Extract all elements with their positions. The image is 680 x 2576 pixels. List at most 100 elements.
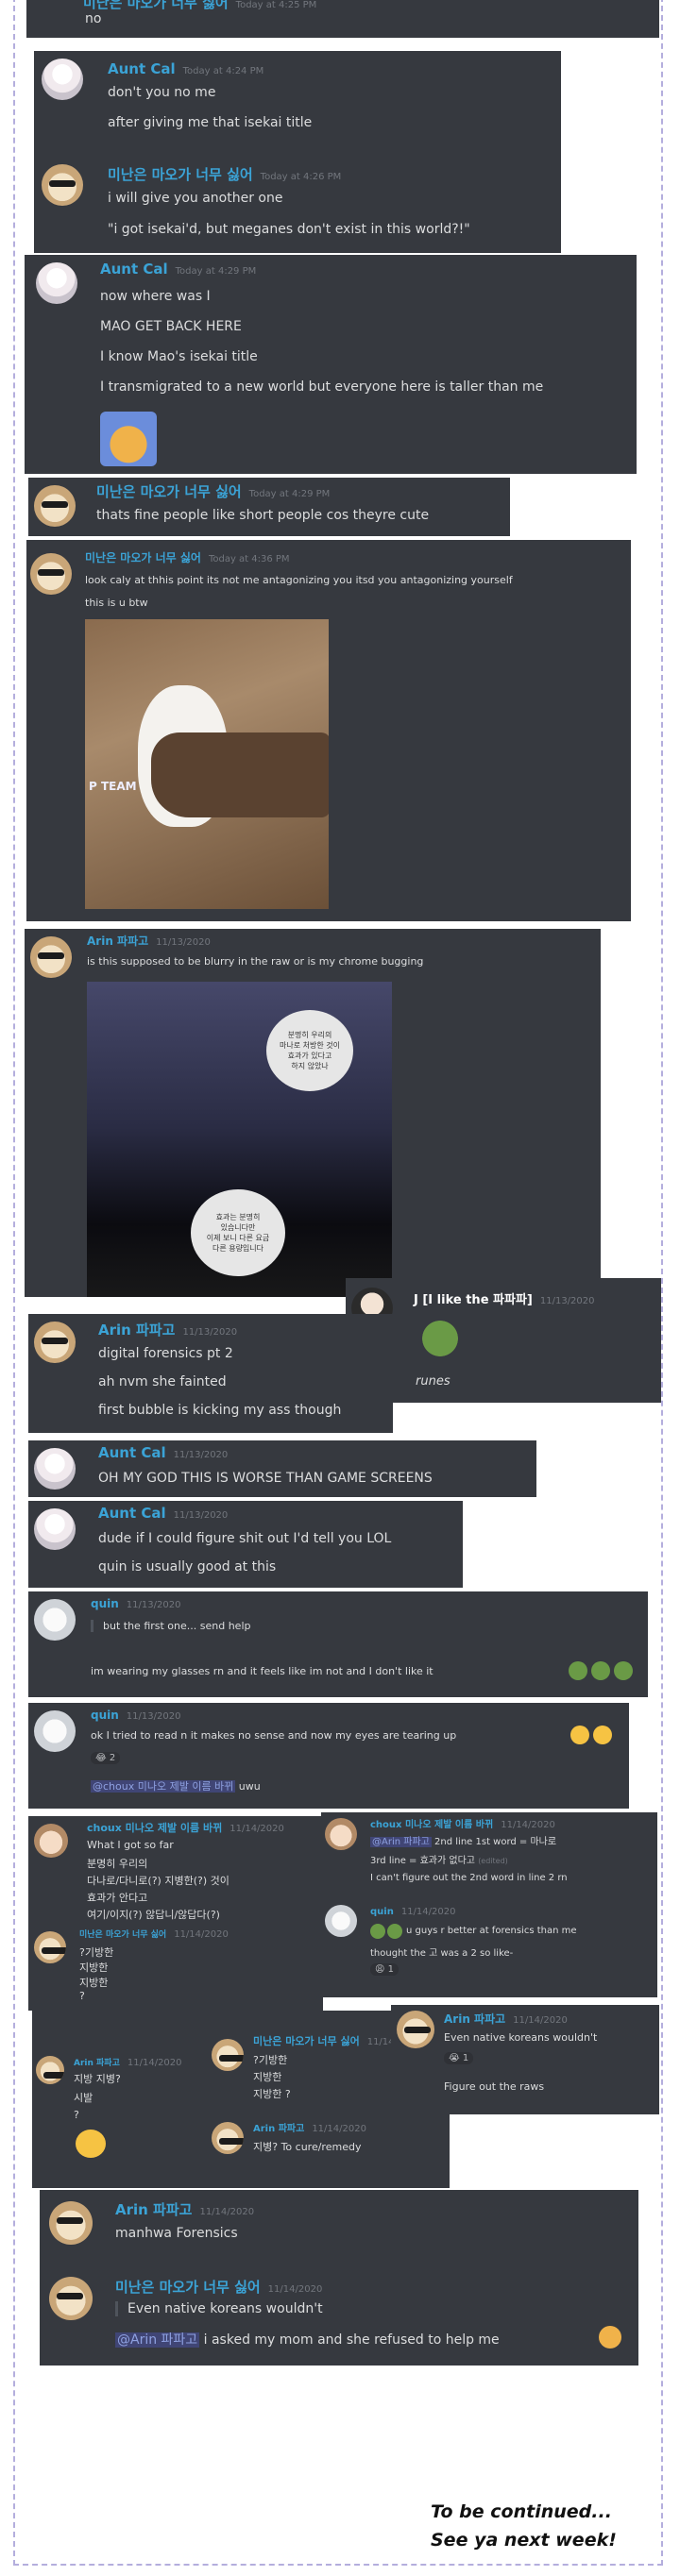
- laughing-crying-emoji: [570, 1726, 589, 1744]
- avatar: [34, 485, 76, 527]
- message-card-figure-out: Aunt Cal 11/13/2020 dude if I could figur…: [28, 1501, 463, 1588]
- message-card-manhwa-forensics: Arin 파파고 11/14/2020 manhwa Forensics 미난은 …: [40, 2190, 638, 2366]
- message-text: thats fine people like short people cos …: [96, 508, 430, 523]
- username: 미난은 마오가 너무 싫어11/14/2020: [115, 2279, 323, 2296]
- message-text: 다나로/다니로(?) 지병한(?) 것이: [87, 1875, 230, 1887]
- reaction-badge[interactable]: 😂 2: [91, 1752, 121, 1764]
- username: Arin 파파고 11/14/2020: [115, 2201, 255, 2218]
- message-text: 지방한 ?: [253, 2088, 291, 2100]
- message-text: ah nvm she fainted: [98, 1374, 227, 1389]
- image-caption-text: P TEAM: [89, 780, 137, 793]
- see-you-next-week-text: See ya next week!: [431, 2530, 617, 2551]
- avatar: [36, 262, 77, 304]
- avatar: [34, 1508, 76, 1550]
- avatar: [34, 1824, 68, 1858]
- username: quin 11/14/2020: [370, 1907, 456, 1917]
- speech-bubble: 효과는 분명히 있습니다만 이제 보니 다른 요금 다른 용량입니다: [191, 1189, 285, 1276]
- username: 미난은 마오가 너무 싫어 Today at 4:36 PM: [85, 551, 290, 564]
- pepe-emoji: [387, 1924, 402, 1939]
- message-text: ?: [79, 1990, 85, 2002]
- crying-emoji: [599, 2326, 621, 2349]
- message-text: 지방한: [253, 2071, 282, 2083]
- avatar: [34, 1448, 76, 1490]
- username: Arin 파파고 11/14/2020: [74, 2058, 182, 2068]
- message-card-blurry-raw: Arin 파파고 11/13/2020 is this supposed to b…: [25, 929, 601, 1297]
- reaction-badge[interactable]: 😩 1: [370, 1963, 399, 1976]
- message-text: @Arin 파파고 2nd line 1st word = 마나로: [370, 1837, 557, 1847]
- message-text: MAO GET BACK HERE: [100, 319, 242, 334]
- message-card-j-runes: J [I like the 파파파] 11/13/2020 runes: [346, 1278, 661, 1403]
- username: Aunt Cal 11/13/2020: [98, 1505, 229, 1522]
- message-text: 지병? To cure/remedy: [253, 2141, 362, 2153]
- message-text: this is u btw: [85, 597, 148, 609]
- manhwa-raw-image: 분명히 우리의 마나로 처방한 것이 효과가 있다고 하지 않았나 효과는 분명…: [87, 982, 392, 1297]
- username: quin 11/13/2020: [91, 1597, 181, 1610]
- message-text: i will give you another one: [108, 191, 283, 206]
- user-mention[interactable]: @Arin 파파고: [115, 2332, 200, 2348]
- pepe-cry-emoji: [569, 1661, 587, 1680]
- message-text: after giving me that isekai title: [108, 115, 313, 130]
- pepe-cry-emoji: [614, 1661, 633, 1680]
- username: 미난은 마오가 너무 싫어 Today at 4:26 PM: [108, 166, 342, 183]
- message-text: ?: [74, 2109, 79, 2121]
- message-text: first bubble is kicking my ass though: [98, 1403, 342, 1418]
- username: J [I like the 파파파] 11/13/2020: [414, 1293, 595, 1307]
- avatar: [397, 2011, 434, 2048]
- message-text: Figure out the raws: [444, 2080, 545, 2093]
- username: 미난은 마오가 너무 싫어 Today at 4:29 PM: [96, 483, 331, 500]
- username: Arin 파파고 11/13/2020: [87, 934, 211, 948]
- laughing-crying-emoji: [593, 1726, 612, 1744]
- message-text: no: [85, 11, 102, 26]
- avatar: [42, 59, 83, 100]
- message-text: 3rd line = 효과가 없다고 (edited): [370, 1856, 508, 1866]
- avatar: [49, 2201, 93, 2245]
- quoted-text: but the first one... send help: [91, 1620, 251, 1632]
- avatar: [30, 936, 72, 978]
- avatar: [42, 164, 83, 206]
- message-text: quin is usually good at this: [98, 1559, 277, 1574]
- emoji-sticker: [100, 412, 157, 466]
- message-text: im wearing my glasses rn and it feels li…: [91, 1665, 434, 1677]
- message-text: 분명히 우리의: [87, 1858, 148, 1870]
- username: choux 미나오 제발 이름 바뀌 11/14/2020: [370, 1820, 555, 1830]
- avatar: [30, 553, 72, 595]
- message-text: @Arin 파파고 i asked my mom and she refused…: [115, 2332, 500, 2348]
- message-text: manhwa Forensics: [115, 2226, 238, 2241]
- user-mention[interactable]: @choux 미나오 제발 이름 바뀌: [91, 1780, 236, 1793]
- username: choux 미나오 제발 이름 바뀌 11/14/2020: [87, 1822, 284, 1834]
- message-card-quin-tearing: quin 11/13/2020 ok I tried to read n it m…: [28, 1703, 629, 1809]
- message-text: now where was I: [100, 289, 211, 304]
- message-card-forensics-pt2: Arin 파파고 11/13/2020 digital forensics pt …: [28, 1314, 393, 1433]
- message-card-choux-got-so-far: choux 미나오 제발 이름 바뀌 11/14/2020 What I got …: [28, 1816, 323, 2011]
- message-card-aunt-cal-1: Aunt Cal Today at 4:24 PM don't you no me…: [34, 51, 561, 253]
- message-text: OH MY GOD THIS IS WORSE THAN GAME SCREEN…: [98, 1471, 433, 1486]
- message-text: I transmigrated to a new world but every…: [100, 379, 544, 395]
- message-card-game-screens: Aunt Cal 11/13/2020 OH MY GOD THIS IS WOR…: [28, 1440, 536, 1497]
- username: Aunt Cal Today at 4:29 PM: [100, 261, 257, 278]
- message-card-no: 미난은 마오가 너무 싫어 Today at 4:25 PM no: [26, 0, 659, 38]
- message-text: thought the 고 was a 2 so like-: [370, 1948, 514, 1959]
- avatar: [49, 2277, 93, 2320]
- speech-bubble: 분명히 우리의 마나로 처방한 것이 효과가 있다고 하지 않았나: [266, 1010, 353, 1091]
- avatar: [212, 2039, 244, 2071]
- message-text: look caly at thhis point its not me anta…: [85, 574, 513, 586]
- message-card-aunt-cal-2: Aunt Cal Today at 4:29 PM now where was I…: [25, 255, 637, 474]
- reaction-badge[interactable]: 😭 1: [444, 2052, 474, 2064]
- username: Aunt Cal Today at 4:24 PM: [108, 60, 264, 77]
- message-text: @choux 미나오 제발 이름 바뀌 uwu: [91, 1780, 261, 1793]
- user-mention[interactable]: @Arin 파파고: [370, 1837, 432, 1847]
- avatar: [34, 1599, 76, 1641]
- username: Arin 파파고 11/13/2020: [98, 1322, 238, 1339]
- message-text: 지방한: [79, 1977, 109, 1989]
- message-text: don't you no me: [108, 85, 216, 100]
- avatar: [34, 1931, 66, 1963]
- cat-photo: P TEAM: [85, 619, 329, 909]
- glove-shape: [151, 732, 329, 817]
- message-text: is this supposed to be blurry in the raw…: [87, 955, 424, 968]
- message-text: What I got so far: [87, 1839, 174, 1851]
- message-text: I know Mao's isekai title: [100, 349, 258, 364]
- message-card-cat-image: 미난은 마오가 너무 싫어 Today at 4:36 PM look caly …: [26, 540, 631, 921]
- pepe-cry-emoji: [591, 1661, 610, 1680]
- message-text: u guys r better at forensics than me: [406, 1926, 577, 1936]
- message-text: 지방 지병?: [74, 2073, 121, 2085]
